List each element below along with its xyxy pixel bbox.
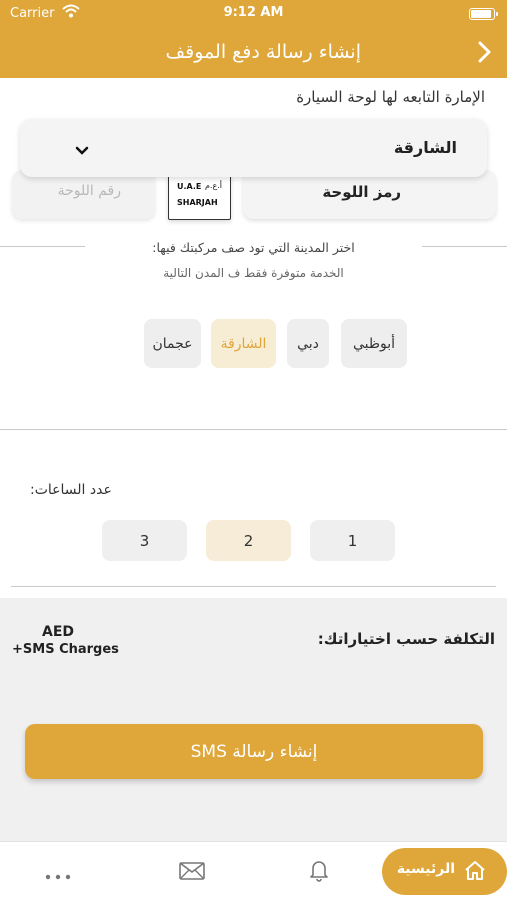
home-icon <box>463 859 487 887</box>
emirate-dropdown[interactable]: الشارقة <box>20 119 487 177</box>
cost-sms-charges: +SMS Charges <box>12 642 119 657</box>
city-chip-dubai[interactable]: دبي <box>287 319 329 368</box>
hour-option-2[interactable]: 2 <box>206 520 291 561</box>
create-sms-button[interactable]: إنشاء رسالة SMS <box>25 724 483 779</box>
cost-amount: AED <box>42 624 75 640</box>
battery-icon <box>469 8 498 20</box>
back-chevron-icon[interactable] <box>477 41 491 63</box>
status-bar: Carrier 9:12 AM <box>0 0 507 28</box>
plate-code-label: رمز اللوحة <box>322 183 401 201</box>
city-hint: اختر المدينة التي تود صف مركبتك فيها: <box>152 240 355 255</box>
city-note: الخدمة متوفرة فقط ف المدن التالية <box>163 266 344 280</box>
nav-bar: إنشاء رسالة دفع الموقف <box>0 28 507 78</box>
plate-uae-text: U.A.E <box>177 182 202 191</box>
chevron-down-icon <box>75 141 89 160</box>
plate-code-selector[interactable]: رمز اللوحة <box>243 170 496 219</box>
section-divider <box>0 429 507 430</box>
emirate-selected-value: الشارقة <box>393 138 457 157</box>
cost-label: التكلفة حسب اختياراتك: <box>317 630 495 648</box>
city-chip-abudhabi[interactable]: أبوظبي <box>341 319 407 368</box>
tab-home-label: الرئيسية <box>396 861 455 877</box>
bell-icon[interactable] <box>308 858 330 886</box>
hour-option-1[interactable]: 1 <box>310 520 395 561</box>
more-icon[interactable] <box>44 866 72 885</box>
emirate-section-label: الإمارة التابعه لها لوحة السيارة <box>296 88 485 106</box>
page-title: إنشاء رسالة دفع الموقف <box>165 41 362 63</box>
plate-uae-arabic-text: أ.ع.م <box>204 181 222 190</box>
city-chip-ajman[interactable]: عجمان <box>144 319 201 368</box>
hours-label: عدد الساعات: <box>30 482 112 498</box>
clock: 9:12 AM <box>223 5 284 20</box>
mail-icon[interactable] <box>179 862 205 884</box>
plate-image: U.A.E أ.ع.م SHARJAH <box>168 172 231 220</box>
hour-option-3[interactable]: 3 <box>102 520 187 561</box>
plate-emirate-text: SHARJAH <box>177 198 218 207</box>
plate-number-input[interactable]: رقم اللوحة <box>12 170 155 219</box>
tab-home[interactable]: الرئيسية <box>382 848 507 895</box>
hours-divider <box>11 586 496 587</box>
plate-number-placeholder: رقم اللوحة <box>57 183 121 199</box>
city-chip-sharjah[interactable]: الشارقة <box>211 319 276 368</box>
